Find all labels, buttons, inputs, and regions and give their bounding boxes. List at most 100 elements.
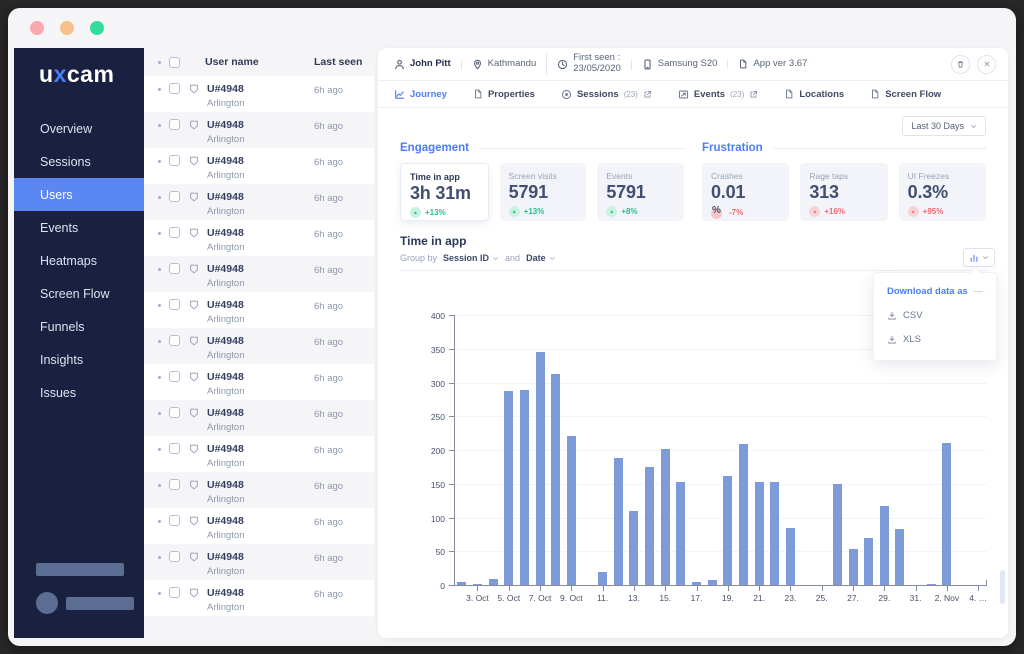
tab-journey[interactable]: Journey [394, 89, 447, 100]
user-row[interactable]: U#4948 Arlington 6h ago [144, 112, 374, 148]
row-checkbox[interactable] [169, 587, 180, 598]
user-city: Arlington [207, 566, 245, 577]
user-row[interactable]: U#4948 Arlington 6h ago [144, 256, 374, 292]
tag-icon[interactable] [188, 479, 200, 491]
trend-arrow-icon: ▲ [606, 206, 618, 217]
row-checkbox[interactable] [169, 371, 180, 382]
window-close-button[interactable] [30, 21, 44, 35]
row-checkbox[interactable] [169, 479, 180, 490]
row-checkbox[interactable] [169, 335, 180, 346]
tab-locations[interactable]: Locations [784, 89, 844, 100]
select-all-checkbox[interactable] [169, 56, 180, 68]
divider [772, 147, 986, 149]
row-checkbox[interactable] [169, 299, 180, 310]
tag-icon[interactable] [188, 371, 200, 383]
meta-text: First seen :23/05/2020 [573, 52, 621, 74]
tag-icon[interactable] [188, 227, 200, 239]
row-checkbox[interactable] [169, 227, 180, 238]
user-id: U#4948 [207, 119, 244, 131]
user-row[interactable]: U#4948 Arlington 6h ago [144, 508, 374, 544]
tag-icon[interactable] [188, 119, 200, 131]
tab-screen-flow[interactable]: Screen Flow [870, 89, 941, 100]
user-row[interactable]: U#4948 Arlington 6h ago [144, 328, 374, 364]
sidebar-item-sessions[interactable]: Sessions [14, 145, 144, 178]
user-name-block: U#4948 Arlington [207, 155, 245, 181]
row-checkbox[interactable] [169, 155, 180, 166]
user-row[interactable]: U#4948 Arlington 6h ago [144, 364, 374, 400]
tag-icon[interactable] [188, 407, 200, 419]
user-row[interactable]: U#4948 Arlington 6h ago [144, 220, 374, 256]
row-checkbox[interactable] [169, 83, 180, 94]
user-row[interactable]: U#4948 Arlington 6h ago [144, 400, 374, 436]
download-xls-option[interactable]: XLS [887, 334, 983, 345]
date-range-select[interactable]: Last 30 Days [902, 116, 986, 136]
user-city: Arlington [207, 422, 245, 433]
close-panel-button[interactable] [977, 54, 996, 74]
chart-bar [723, 475, 733, 585]
user-id: U#4948 [207, 263, 244, 275]
tag-icon[interactable] [188, 587, 200, 599]
chart-bar [519, 389, 529, 585]
row-checkbox[interactable] [169, 443, 180, 454]
metric-card-time-in-app[interactable]: Time in app 3h 31m ▲ +13% [400, 163, 489, 221]
metric-card-screen-visits[interactable]: Screen visits 5791 ▲ +13% [499, 163, 587, 221]
tag-icon[interactable] [188, 335, 200, 347]
tag-icon[interactable] [188, 443, 200, 455]
window-minimize-button[interactable] [60, 21, 74, 35]
x-axis-label: 13. [628, 593, 640, 603]
user-row[interactable]: U#4948 Arlington 6h ago [144, 148, 374, 184]
sidebar-item-screen-flow[interactable]: Screen Flow [14, 277, 144, 310]
tag-icon[interactable] [188, 83, 200, 95]
tag-icon[interactable] [188, 191, 200, 203]
row-checkbox[interactable] [169, 263, 180, 274]
row-dot [158, 592, 161, 595]
user-row[interactable]: U#4948 Arlington 6h ago [144, 544, 374, 580]
user-row[interactable]: U#4948 Arlington 6h ago [144, 436, 374, 472]
panel-scrollbar[interactable] [1000, 570, 1005, 604]
tag-icon[interactable] [188, 299, 200, 311]
x-axis-label: 21. [753, 593, 766, 603]
sidebar-item-insights[interactable]: Insights [14, 343, 144, 376]
user-row[interactable]: U#4948 Arlington 6h ago [144, 580, 374, 616]
tag-icon[interactable] [188, 263, 200, 275]
download-csv-option[interactable]: CSV [887, 310, 983, 321]
tab-events[interactable]: Events (23) [678, 89, 758, 100]
metric-card-crashes[interactable]: Crashes 0.01% -7% [702, 163, 790, 221]
delete-user-button[interactable] [951, 54, 970, 74]
row-checkbox[interactable] [169, 551, 180, 562]
tag-icon[interactable] [188, 551, 200, 563]
metric-card-rage-taps[interactable]: Rage taps 313 ▲ +16% [800, 163, 888, 221]
user-row[interactable]: U#4948 Arlington 6h ago [144, 184, 374, 220]
tag-icon[interactable] [188, 515, 200, 527]
chart-bar [738, 443, 748, 585]
window-zoom-button[interactable] [90, 21, 104, 35]
row-checkbox[interactable] [169, 191, 180, 202]
tab-sessions[interactable]: Sessions (23) [561, 89, 652, 100]
sidebar-item-users[interactable]: Users [14, 178, 144, 211]
tab-properties[interactable]: Properties [473, 89, 535, 100]
chart-options-button[interactable] [963, 248, 995, 267]
panel-actions [951, 54, 996, 74]
sidebar-item-issues[interactable]: Issues [14, 376, 144, 409]
metric-card-events[interactable]: Events 5791 ▲ +8% [597, 163, 685, 221]
last-seen-value: 6h ago [314, 481, 344, 492]
tab-label: Journey [410, 88, 447, 100]
user-row[interactable]: U#4948 Arlington 6h ago [144, 472, 374, 508]
user-id: U#4948 [207, 155, 244, 167]
meta-kathmandu: Kathmandu [460, 58, 547, 70]
x-axis-label: 11. [597, 593, 609, 603]
x-axis-label: 15. [659, 593, 672, 603]
sidebar-item-funnels[interactable]: Funnels [14, 310, 144, 343]
group-by-session-dropdown[interactable]: Session ID [443, 253, 499, 263]
sidebar-item-heatmaps[interactable]: Heatmaps [14, 244, 144, 277]
user-row[interactable]: U#4948 Arlington 6h ago [144, 76, 374, 112]
row-checkbox[interactable] [169, 119, 180, 130]
row-checkbox[interactable] [169, 515, 180, 526]
sidebar-item-events[interactable]: Events [14, 211, 144, 244]
row-checkbox[interactable] [169, 407, 180, 418]
sidebar-item-overview[interactable]: Overview [14, 112, 144, 145]
tag-icon[interactable] [188, 155, 200, 167]
metric-card-ui-freezes[interactable]: UI Freezes 0.3% ▲ +95% [898, 163, 986, 221]
group-by-date-dropdown[interactable]: Date [526, 253, 556, 263]
user-row[interactable]: U#4948 Arlington 6h ago [144, 292, 374, 328]
